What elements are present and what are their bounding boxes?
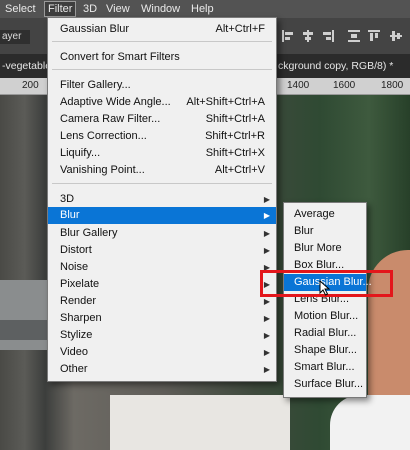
ruler-tick: 200: [22, 80, 39, 91]
submenu-item-smart-blur[interactable]: Smart Blur...: [284, 359, 366, 376]
arrow-cursor-icon: [319, 280, 331, 296]
menu-item-3d[interactable]: 3D ▶: [48, 191, 276, 208]
align-left-icon[interactable]: [282, 30, 294, 42]
submenu-item-blur[interactable]: Blur: [284, 223, 366, 240]
distribute-icon[interactable]: [348, 30, 360, 42]
submenu-item-surface-blur[interactable]: Surface Blur...: [284, 376, 366, 393]
kitchen-appliance-shadow: [0, 320, 48, 340]
submenu-arrow-icon: ▶: [263, 229, 270, 238]
menu-item-video[interactable]: Video ▶: [48, 344, 276, 361]
menu-item-lens-correction[interactable]: Lens Correction... Shift+Ctrl+R: [48, 128, 276, 145]
document-tab-active[interactable]: ckground copy, RGB/8) *: [278, 60, 393, 72]
ruler-tick: 1400: [287, 80, 310, 91]
menu-separator: [52, 41, 272, 42]
submenu-arrow-icon: ▶: [263, 246, 270, 255]
menu-separator: [52, 69, 272, 70]
submenu-arrow-icon: ▶: [263, 211, 270, 220]
menu-item-filter-gallery[interactable]: Filter Gallery...: [48, 77, 276, 94]
menu-filter[interactable]: Filter: [44, 1, 77, 17]
menu-item-last-filter[interactable]: Gaussian Blur Alt+Ctrl+F: [48, 21, 276, 38]
menu-3d[interactable]: 3D: [83, 3, 97, 15]
menu-window[interactable]: Window: [141, 3, 180, 15]
menu-bar: Select Filter 3D View Window Help: [0, 0, 410, 18]
menu-item-render[interactable]: Render ▶: [48, 293, 276, 310]
align-right-icon[interactable]: [322, 30, 334, 42]
submenu-item-average[interactable]: Average: [284, 206, 366, 223]
align-top-icon[interactable]: [368, 30, 380, 42]
document-tab[interactable]: -vegetable: [2, 60, 51, 72]
align-center-icon[interactable]: [302, 30, 314, 42]
submenu-arrow-icon: ▶: [263, 195, 270, 204]
ruler-tick: 1800: [381, 80, 404, 91]
menu-item-blur-gallery[interactable]: Blur Gallery ▶: [48, 225, 276, 242]
menu-item-pixelate[interactable]: Pixelate ▶: [48, 276, 276, 293]
submenu-arrow-icon: ▶: [263, 314, 270, 323]
menu-separator: [52, 183, 272, 184]
menu-item-sharpen[interactable]: Sharpen ▶: [48, 310, 276, 327]
submenu-item-motion-blur[interactable]: Motion Blur...: [284, 308, 366, 325]
counter-surface: [110, 395, 290, 450]
blur-submenu: Average Blur Blur More Box Blur... Gauss…: [283, 202, 372, 398]
submenu-arrow-icon: ▶: [263, 348, 270, 357]
menu-item-noise[interactable]: Noise ▶: [48, 259, 276, 276]
menu-select[interactable]: Select: [5, 3, 36, 15]
menu-item-distort[interactable]: Distort ▶: [48, 242, 276, 259]
submenu-arrow-icon: ▶: [263, 365, 270, 374]
ruler-tick: 1600: [333, 80, 356, 91]
submenu-arrow-icon: ▶: [263, 331, 270, 340]
menu-item-adaptive-wide-angle[interactable]: Adaptive Wide Angle... Alt+Shift+Ctrl+A: [48, 94, 276, 111]
menu-item-liquify[interactable]: Liquify... Shift+Ctrl+X: [48, 145, 276, 162]
menu-item-other[interactable]: Other ▶: [48, 361, 276, 378]
submenu-item-shape-blur[interactable]: Shape Blur...: [284, 342, 366, 359]
submenu-item-blur-more[interactable]: Blur More: [284, 240, 366, 257]
menu-item-stylize[interactable]: Stylize ▶: [48, 327, 276, 344]
submenu-item-radial-blur[interactable]: Radial Blur...: [284, 325, 366, 342]
menu-item-blur[interactable]: Blur ▶: [48, 207, 276, 224]
menu-item-vanishing-point[interactable]: Vanishing Point... Alt+Ctrl+V: [48, 162, 276, 179]
filter-menu: Gaussian Blur Alt+Ctrl+F Convert for Smar…: [47, 17, 277, 382]
person-shirt: [330, 395, 410, 450]
align-middle-icon[interactable]: [390, 30, 402, 42]
menu-item-camera-raw[interactable]: Camera Raw Filter... Shift+Ctrl+A: [48, 111, 276, 128]
menu-view[interactable]: View: [106, 3, 130, 15]
menu-help[interactable]: Help: [191, 3, 214, 15]
menu-item-convert-smart-filters[interactable]: Convert for Smart Filters: [48, 49, 276, 66]
layer-select[interactable]: ayer: [0, 30, 30, 44]
